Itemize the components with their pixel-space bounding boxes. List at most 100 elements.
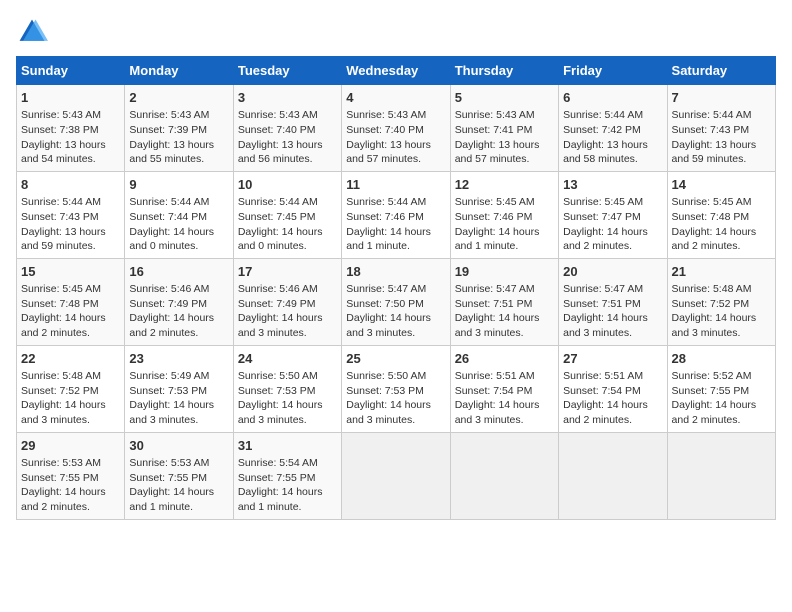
day-number: 25 bbox=[346, 350, 445, 368]
calendar-cell: 28Sunrise: 5:52 AMSunset: 7:55 PMDayligh… bbox=[667, 345, 775, 432]
day-header-thursday: Thursday bbox=[450, 57, 558, 85]
day-detail: Sunset: 7:55 PM bbox=[129, 471, 228, 486]
day-detail: Sunrise: 5:43 AM bbox=[129, 108, 228, 123]
day-number: 27 bbox=[563, 350, 662, 368]
calendar-cell: 7Sunrise: 5:44 AMSunset: 7:43 PMDaylight… bbox=[667, 85, 775, 172]
day-number: 26 bbox=[455, 350, 554, 368]
day-detail: Sunrise: 5:43 AM bbox=[21, 108, 120, 123]
day-detail: and 2 minutes. bbox=[21, 500, 120, 515]
calendar-cell: 13Sunrise: 5:45 AMSunset: 7:47 PMDayligh… bbox=[559, 171, 667, 258]
day-detail: Sunrise: 5:43 AM bbox=[455, 108, 554, 123]
calendar-cell: 17Sunrise: 5:46 AMSunset: 7:49 PMDayligh… bbox=[233, 258, 341, 345]
calendar-cell: 30Sunrise: 5:53 AMSunset: 7:55 PMDayligh… bbox=[125, 432, 233, 519]
calendar-header: SundayMondayTuesdayWednesdayThursdayFrid… bbox=[17, 57, 776, 85]
day-detail: Sunset: 7:46 PM bbox=[455, 210, 554, 225]
day-detail: Sunset: 7:54 PM bbox=[563, 384, 662, 399]
day-detail: Daylight: 14 hours bbox=[238, 485, 337, 500]
calendar-cell: 14Sunrise: 5:45 AMSunset: 7:48 PMDayligh… bbox=[667, 171, 775, 258]
day-detail: and 56 minutes. bbox=[238, 152, 337, 167]
day-detail: Daylight: 14 hours bbox=[238, 225, 337, 240]
calendar-cell: 8Sunrise: 5:44 AMSunset: 7:43 PMDaylight… bbox=[17, 171, 125, 258]
day-detail: and 3 minutes. bbox=[455, 413, 554, 428]
day-detail: Sunrise: 5:51 AM bbox=[455, 369, 554, 384]
day-detail: and 3 minutes. bbox=[455, 326, 554, 341]
day-detail: Sunset: 7:43 PM bbox=[672, 123, 771, 138]
calendar-week-4: 22Sunrise: 5:48 AMSunset: 7:52 PMDayligh… bbox=[17, 345, 776, 432]
day-detail: Sunset: 7:55 PM bbox=[238, 471, 337, 486]
day-detail: Sunrise: 5:48 AM bbox=[21, 369, 120, 384]
day-detail: Daylight: 14 hours bbox=[455, 398, 554, 413]
day-detail: Daylight: 13 hours bbox=[455, 138, 554, 153]
day-detail: Sunrise: 5:47 AM bbox=[455, 282, 554, 297]
day-detail: Daylight: 14 hours bbox=[672, 225, 771, 240]
day-detail: Sunset: 7:43 PM bbox=[21, 210, 120, 225]
day-number: 21 bbox=[672, 263, 771, 281]
day-number: 30 bbox=[129, 437, 228, 455]
day-detail: Sunset: 7:39 PM bbox=[129, 123, 228, 138]
calendar-cell: 2Sunrise: 5:43 AMSunset: 7:39 PMDaylight… bbox=[125, 85, 233, 172]
calendar-week-2: 8Sunrise: 5:44 AMSunset: 7:43 PMDaylight… bbox=[17, 171, 776, 258]
day-number: 6 bbox=[563, 89, 662, 107]
day-header-wednesday: Wednesday bbox=[342, 57, 450, 85]
calendar-cell: 29Sunrise: 5:53 AMSunset: 7:55 PMDayligh… bbox=[17, 432, 125, 519]
calendar-cell: 26Sunrise: 5:51 AMSunset: 7:54 PMDayligh… bbox=[450, 345, 558, 432]
day-detail: and 0 minutes. bbox=[238, 239, 337, 254]
day-detail: Daylight: 13 hours bbox=[563, 138, 662, 153]
day-detail: Sunset: 7:45 PM bbox=[238, 210, 337, 225]
days-header-row: SundayMondayTuesdayWednesdayThursdayFrid… bbox=[17, 57, 776, 85]
day-detail: and 59 minutes. bbox=[672, 152, 771, 167]
calendar-cell: 3Sunrise: 5:43 AMSunset: 7:40 PMDaylight… bbox=[233, 85, 341, 172]
day-detail: Sunrise: 5:53 AM bbox=[129, 456, 228, 471]
day-detail: Daylight: 14 hours bbox=[672, 398, 771, 413]
day-number: 13 bbox=[563, 176, 662, 194]
day-number: 2 bbox=[129, 89, 228, 107]
day-detail: Sunset: 7:42 PM bbox=[563, 123, 662, 138]
day-detail: and 1 minute. bbox=[129, 500, 228, 515]
day-detail: Daylight: 14 hours bbox=[563, 398, 662, 413]
day-header-monday: Monday bbox=[125, 57, 233, 85]
day-detail: and 1 minute. bbox=[346, 239, 445, 254]
logo-icon bbox=[16, 16, 48, 48]
day-detail: Daylight: 13 hours bbox=[672, 138, 771, 153]
day-detail: Sunrise: 5:46 AM bbox=[129, 282, 228, 297]
day-detail: and 57 minutes. bbox=[455, 152, 554, 167]
day-detail: Sunrise: 5:47 AM bbox=[346, 282, 445, 297]
day-detail: Daylight: 13 hours bbox=[21, 225, 120, 240]
calendar-cell bbox=[342, 432, 450, 519]
day-detail: Daylight: 14 hours bbox=[563, 311, 662, 326]
day-detail: Sunrise: 5:43 AM bbox=[346, 108, 445, 123]
day-detail: and 1 minute. bbox=[238, 500, 337, 515]
day-detail: Sunrise: 5:45 AM bbox=[672, 195, 771, 210]
day-detail: Sunrise: 5:46 AM bbox=[238, 282, 337, 297]
day-detail: Sunrise: 5:44 AM bbox=[346, 195, 445, 210]
day-detail: Sunrise: 5:45 AM bbox=[455, 195, 554, 210]
day-detail: Sunrise: 5:48 AM bbox=[672, 282, 771, 297]
calendar-cell: 11Sunrise: 5:44 AMSunset: 7:46 PMDayligh… bbox=[342, 171, 450, 258]
day-detail: Daylight: 14 hours bbox=[455, 311, 554, 326]
day-detail: and 59 minutes. bbox=[21, 239, 120, 254]
day-number: 22 bbox=[21, 350, 120, 368]
calendar-cell bbox=[667, 432, 775, 519]
calendar-cell: 12Sunrise: 5:45 AMSunset: 7:46 PMDayligh… bbox=[450, 171, 558, 258]
day-detail: Sunrise: 5:43 AM bbox=[238, 108, 337, 123]
day-detail: Sunset: 7:47 PM bbox=[563, 210, 662, 225]
day-detail: Daylight: 14 hours bbox=[129, 398, 228, 413]
day-detail: Sunset: 7:38 PM bbox=[21, 123, 120, 138]
day-detail: and 2 minutes. bbox=[21, 326, 120, 341]
day-detail: Sunset: 7:54 PM bbox=[455, 384, 554, 399]
day-detail: Sunset: 7:40 PM bbox=[238, 123, 337, 138]
day-detail: Sunset: 7:41 PM bbox=[455, 123, 554, 138]
day-number: 5 bbox=[455, 89, 554, 107]
calendar-cell: 18Sunrise: 5:47 AMSunset: 7:50 PMDayligh… bbox=[342, 258, 450, 345]
calendar-cell: 19Sunrise: 5:47 AMSunset: 7:51 PMDayligh… bbox=[450, 258, 558, 345]
logo bbox=[16, 16, 52, 48]
day-detail: Daylight: 14 hours bbox=[21, 398, 120, 413]
calendar-cell: 24Sunrise: 5:50 AMSunset: 7:53 PMDayligh… bbox=[233, 345, 341, 432]
day-number: 28 bbox=[672, 350, 771, 368]
day-detail: Sunrise: 5:44 AM bbox=[672, 108, 771, 123]
day-detail: and 55 minutes. bbox=[129, 152, 228, 167]
day-detail: Sunrise: 5:49 AM bbox=[129, 369, 228, 384]
day-detail: Sunrise: 5:45 AM bbox=[21, 282, 120, 297]
calendar-week-3: 15Sunrise: 5:45 AMSunset: 7:48 PMDayligh… bbox=[17, 258, 776, 345]
calendar-week-1: 1Sunrise: 5:43 AMSunset: 7:38 PMDaylight… bbox=[17, 85, 776, 172]
